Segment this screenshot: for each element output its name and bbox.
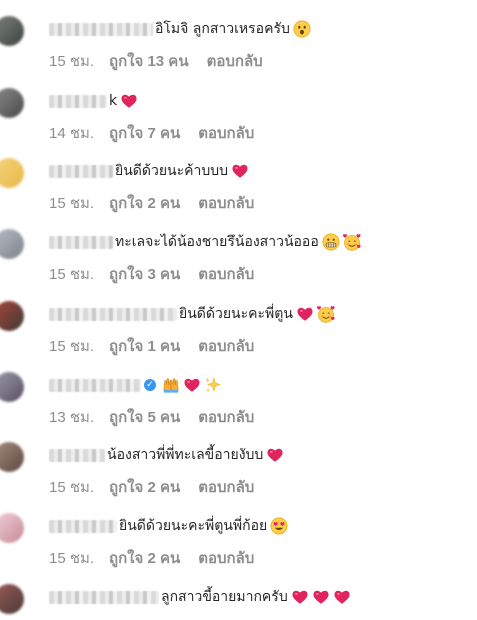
comment-item: ทะเลจะได้น้องชายรึน้องสาวน้อออ 15 ชม. ถูกใ… xyxy=(0,225,477,285)
like-count-button[interactable]: ถูกใจ 3 คน xyxy=(109,262,180,286)
avatar[interactable] xyxy=(0,442,24,472)
smiling-face-with-hearts-icon xyxy=(316,305,335,323)
reply-button[interactable]: ตอบกลับ xyxy=(198,475,254,499)
comment-item: ยินดีด้วยนะคะพี่ตูนพี่ก้อย 15 ชม. ถูกใจ 2 … xyxy=(0,509,477,569)
comment-item: ยินดีด้วยนะค้าบบบ 15 ชม. ถูกใจ 2 คน ตอบกลับ xyxy=(0,154,477,214)
comment-timestamp: 15 ชม. xyxy=(49,195,95,212)
red-heart-icon xyxy=(120,92,138,110)
comment-item: ลูกสาวขี้อายมากครับ15 ชม.ถูกใจ 2 คนตอบกล… xyxy=(0,580,477,620)
astonished-face-icon xyxy=(293,20,311,38)
comment-body: น้องสาวพี่พี่ทะเลขี้อายงับบ xyxy=(49,443,284,467)
comment-timestamp: 14 ชม. xyxy=(49,125,95,142)
comment-meta: 15 ชม. ถูกใจ 2 คน ตอบกลับ xyxy=(49,475,254,499)
comment-item: อิโมจิ ลูกสาวเหรอครับ 15 ชม. ถูกใจ 13 คน ตอ… xyxy=(0,12,477,72)
avatar[interactable] xyxy=(0,158,24,188)
avatar[interactable] xyxy=(0,229,24,259)
comment-timestamp: 15 ชม. xyxy=(49,479,95,496)
reply-button[interactable]: ตอบกลับ xyxy=(198,121,254,145)
comment-timestamp: 15 ชม. xyxy=(49,266,95,283)
reply-button[interactable]: ตอบกลับ xyxy=(207,49,263,73)
username-blurred[interactable] xyxy=(49,378,141,392)
comment-text: ยินดีด้วยนะคะพี่ตูนพี่ก้อย xyxy=(119,518,268,534)
comment-text: น้องสาวพี่พี่ทะเลขี้อายงับบ xyxy=(107,447,264,463)
red-heart-icon xyxy=(266,446,284,464)
comment-timestamp: 15 ชม. xyxy=(49,338,95,355)
comment-timestamp: 15 ชม. xyxy=(49,550,95,567)
like-count-button[interactable]: ถูกใจ 7 คน xyxy=(109,121,180,145)
comment-body: ทะเลจะได้น้องชายรึน้องสาวน้อออ xyxy=(49,230,361,254)
reply-button[interactable]: ตอบกลับ xyxy=(198,405,254,429)
avatar[interactable] xyxy=(0,513,24,543)
username-blurred[interactable] xyxy=(49,164,113,178)
like-count-button[interactable]: ถูกใจ 2 คน xyxy=(109,475,180,499)
red-heart-icon xyxy=(183,376,201,394)
comment-meta: 15 ชม. ถูกใจ 2 คน ตอบกลับ xyxy=(49,546,254,570)
comment-body: ยินดีด้วยนะคะพี่ตูนพี่ก้อย xyxy=(49,514,288,538)
comment-body: k xyxy=(49,89,138,113)
comment-body: ✓ xyxy=(49,373,222,397)
avatar[interactable] xyxy=(0,301,24,331)
comment-meta: 13 ชม. ถูกใจ 5 คน ตอบกลับ xyxy=(49,405,254,429)
comment-meta: 15 ชม. ถูกใจ 13 คน ตอบกลับ xyxy=(49,49,263,73)
comment-body: ยินดีด้วยนะคะพี่ตูน xyxy=(49,302,335,326)
comment-text: อิโมจิ ลูกสาวเหรอครับ xyxy=(155,21,290,37)
comment-text: ทะเลจะได้น้องชายรึน้องสาวน้อออ xyxy=(115,234,319,250)
verified-badge-icon: ✓ xyxy=(144,379,156,391)
like-count-button[interactable]: ถูกใจ 1 คน xyxy=(109,334,180,358)
username-blurred[interactable] xyxy=(49,590,159,604)
like-count-button[interactable]: ถูกใจ 2 คน xyxy=(109,191,180,215)
reply-button[interactable]: ตอบกลับ xyxy=(198,546,254,570)
comment-meta: 14 ชม. ถูกใจ 7 คน ตอบกลับ xyxy=(49,121,254,145)
username-blurred[interactable] xyxy=(49,307,177,321)
username-blurred[interactable] xyxy=(49,22,153,36)
comment-body: ลูกสาวขี้อายมากครับ xyxy=(49,585,351,609)
username-blurred[interactable] xyxy=(49,448,105,462)
grimacing-face-icon xyxy=(322,233,340,251)
red-heart-icon xyxy=(333,588,351,606)
like-count-button[interactable]: ถูกใจ 5 คน xyxy=(109,405,180,429)
comment-item: ยินดีด้วยนะคะพี่ตูน 15 ชม. ถูกใจ 1 คน ตอบกล… xyxy=(0,297,477,357)
red-heart-icon xyxy=(291,588,309,606)
comment-text: k xyxy=(109,93,118,109)
comment-text: ยินดีด้วยนะคะพี่ตูน xyxy=(179,306,293,322)
reply-button[interactable]: ตอบกลับ xyxy=(198,262,254,286)
comment-item: น้องสาวพี่พี่ทะเลขี้อายงับบ 15 ชม. ถูกใจ 2… xyxy=(0,438,477,498)
comment-meta: 15 ชม. ถูกใจ 2 คน ตอบกลับ xyxy=(49,191,254,215)
comment-list: อิโมจิ ลูกสาวเหรอครับ 15 ชม. ถูกใจ 13 คน ตอ… xyxy=(0,0,477,620)
smiling-face-with-hearts-icon xyxy=(342,233,361,251)
comment-text: ยินดีด้วยนะค้าบบบ xyxy=(115,163,228,179)
comment-item: ✓ 13 ชม. ถูกใจ 5 คน ตอบกลับ xyxy=(0,368,477,428)
username-blurred[interactable] xyxy=(49,519,117,533)
avatar[interactable] xyxy=(0,88,24,118)
reply-button[interactable]: ตอบกลับ xyxy=(198,191,254,215)
red-heart-icon xyxy=(296,305,314,323)
sparkles-icon xyxy=(204,376,222,394)
avatar[interactable] xyxy=(0,16,24,46)
username-blurred[interactable] xyxy=(49,94,107,108)
avatar[interactable] xyxy=(0,584,24,614)
red-heart-icon xyxy=(312,588,330,606)
raising-hands-icon xyxy=(162,376,180,394)
comment-timestamp: 15 ชม. xyxy=(49,53,95,70)
comment-meta: 15 ชม. ถูกใจ 1 คน ตอบกลับ xyxy=(49,334,254,358)
comment-meta: 15 ชม. ถูกใจ 3 คน ตอบกลับ xyxy=(49,262,254,286)
like-count-button[interactable]: ถูกใจ 2 คน xyxy=(109,546,180,570)
smiling-face-with-heart-eyes-icon xyxy=(270,517,288,535)
red-heart-icon xyxy=(231,162,249,180)
comment-body: ยินดีด้วยนะค้าบบบ xyxy=(49,159,249,183)
comment-text: ลูกสาวขี้อายมากครับ xyxy=(161,589,288,605)
comment-timestamp: 13 ชม. xyxy=(49,409,95,426)
username-blurred[interactable] xyxy=(49,235,113,249)
like-count-button[interactable]: ถูกใจ 13 คน xyxy=(109,49,189,73)
reply-button[interactable]: ตอบกลับ xyxy=(198,334,254,358)
comment-body: อิโมจิ ลูกสาวเหรอครับ xyxy=(49,17,311,41)
avatar[interactable] xyxy=(0,372,24,402)
comment-item: k 14 ชม. ถูกใจ 7 คน ตอบกลับ xyxy=(0,84,477,144)
